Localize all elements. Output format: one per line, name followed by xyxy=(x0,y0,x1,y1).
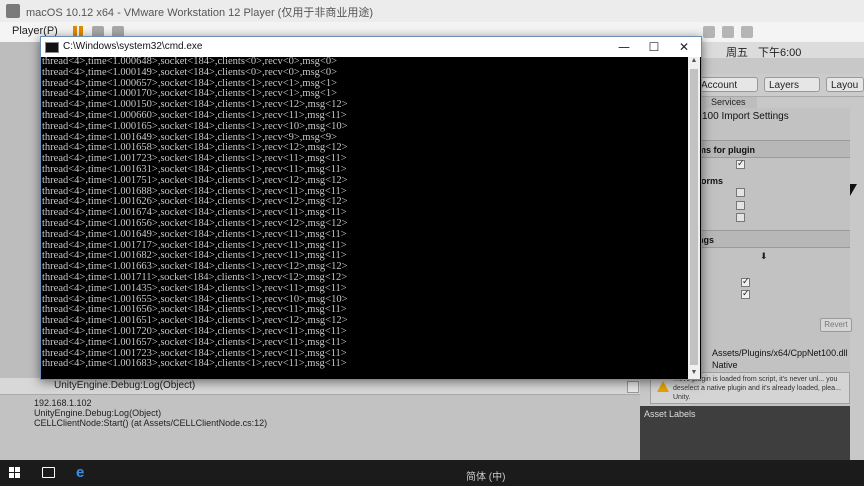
download-icon[interactable]: ⬇ xyxy=(760,251,768,262)
plugin-type: Native xyxy=(712,360,738,370)
cmd-window-title: C:\Windows\system32\cmd.exe xyxy=(63,41,203,52)
cmd-app-icon xyxy=(45,42,59,53)
maximize-button[interactable]: ☐ xyxy=(639,37,669,57)
windows-start-icon[interactable] xyxy=(9,467,21,479)
cmd-output: thread<4>,time<1.000648>,socket<184>,cli… xyxy=(41,57,688,379)
task-view-icon[interactable] xyxy=(42,467,55,478)
minimize-button[interactable]: — xyxy=(609,37,639,57)
section-settings: ngs xyxy=(690,230,850,248)
console-detail-line: UnityEngine.Debug:Log(Object) xyxy=(34,408,162,418)
device-printer-icon[interactable] xyxy=(703,26,715,38)
plugin-platform-checkbox[interactable] xyxy=(736,158,745,169)
scroll-thumb[interactable] xyxy=(690,69,698,365)
cmd-titlebar[interactable]: C:\Windows\system32\cmd.exe — ☐ ✕ xyxy=(41,37,701,57)
cmd-output-line: thread<4>,time<1.001649>,socket<184>,cli… xyxy=(42,228,347,240)
platform-checkbox-3[interactable] xyxy=(736,213,745,222)
unity-project-panel xyxy=(0,42,40,378)
cmd-output-line: thread<4>,time<1.000149>,socket<184>,cli… xyxy=(42,66,338,78)
cmd-output-line: thread<4>,time<1.001435>,socket<184>,cli… xyxy=(42,282,347,294)
revert-button[interactable]: Revert xyxy=(820,318,852,332)
vmware-window-title: macOS 10.12 x64 - VMware Workstation 12 … xyxy=(26,7,374,19)
warning-icon xyxy=(657,381,669,392)
device-sound-icon[interactable] xyxy=(741,26,753,38)
plugin-path: Assets/Plugins/x64/CppNet100.dll xyxy=(712,348,848,358)
setting-checkbox-1[interactable] xyxy=(741,276,750,287)
section-platforms-for-plugin: ms for plugin xyxy=(690,140,850,158)
edge-browser-icon[interactable]: e xyxy=(76,464,84,481)
account-dropdown[interactable]: Account xyxy=(696,77,758,92)
platform-checkbox-1[interactable] xyxy=(736,188,745,197)
input-method-indicator[interactable]: 简体 (中) xyxy=(466,468,505,483)
cmd-window[interactable]: C:\Windows\system32\cmd.exe — ☐ ✕ thread… xyxy=(40,36,702,380)
setting-checkbox-2[interactable] xyxy=(741,288,750,299)
console-log-entry[interactable]: UnityEngine.Debug:Log(Object) xyxy=(0,378,640,395)
asset-labels-panel: Asset Labels xyxy=(640,406,850,460)
import-settings-title: 100 Import Settings xyxy=(702,111,789,122)
close-button[interactable]: ✕ xyxy=(669,37,699,57)
section-platform-settings: forms xyxy=(690,172,850,190)
device-network-icon[interactable] xyxy=(722,26,734,38)
menubar-clock[interactable]: 下午6:00 xyxy=(758,44,801,60)
platform-checkbox-2[interactable] xyxy=(736,201,745,210)
console-detail-line: 192.168.1.102 xyxy=(34,398,92,408)
cmd-output-line: thread<4>,time<1.000165>,socket<184>,cli… xyxy=(42,120,348,132)
cmd-scrollbar[interactable]: ▲ ▼ xyxy=(688,57,700,379)
vmware-titlebar: macOS 10.12 x64 - VMware Workstation 12 … xyxy=(0,0,864,23)
scroll-up-icon[interactable]: ▲ xyxy=(688,57,700,67)
console-detail-line: CELLClientNode:Start() (at Assets/CELLCl… xyxy=(34,418,268,428)
console-detail: 192.168.1.102 UnityEngine.Debug:Log(Obje… xyxy=(34,398,267,428)
vmware-logo-icon xyxy=(6,4,20,18)
menubar-day: 周五 xyxy=(726,47,748,59)
scroll-down-icon[interactable]: ▼ xyxy=(688,369,700,379)
windows-taskbar: e 简体 (中) xyxy=(0,460,864,486)
console-scrollbar[interactable] xyxy=(627,381,639,393)
asset-labels-title: Asset Labels xyxy=(644,409,696,419)
unity-toolbar: Account Layers Layou xyxy=(690,74,864,97)
console-entry-text: UnityEngine.Debug:Log(Object) xyxy=(54,380,196,391)
cmd-output-line: thread<4>,time<1.001751>,socket<184>,cli… xyxy=(42,174,348,186)
layout-dropdown[interactable]: Layou xyxy=(826,77,864,92)
cmd-output-line: thread<4>,time<1.001657>,socket<184>,cli… xyxy=(42,336,347,348)
mac-menubar: 周五 下午6:00 xyxy=(690,42,864,60)
mouse-cursor-icon xyxy=(850,184,857,196)
layers-dropdown[interactable]: Layers xyxy=(764,77,820,92)
cmd-output-line: thread<4>,time<1.001683>,socket<184>,cli… xyxy=(42,358,347,370)
